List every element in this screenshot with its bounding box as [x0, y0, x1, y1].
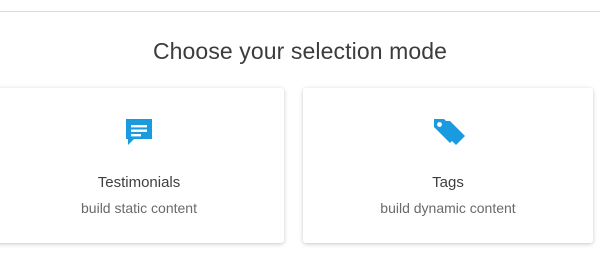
option-title: Testimonials	[97, 174, 181, 191]
page-title: Choose your selection mode	[152, 38, 448, 64]
option-title: Tags	[432, 174, 464, 191]
option-card-testimonials[interactable]: Testimonials build static content	[0, 88, 284, 243]
tags-icon	[434, 119, 465, 145]
option-subtitle: build static content	[81, 200, 197, 216]
selection-mode-panel: Choose your selection mode Testimonials …	[0, 0, 600, 260]
message-icon	[126, 119, 152, 145]
option-subtitle: build dynamic content	[380, 200, 516, 216]
option-card-tags[interactable]: Tags build dynamic content	[303, 88, 593, 243]
divider	[0, 11, 600, 12]
